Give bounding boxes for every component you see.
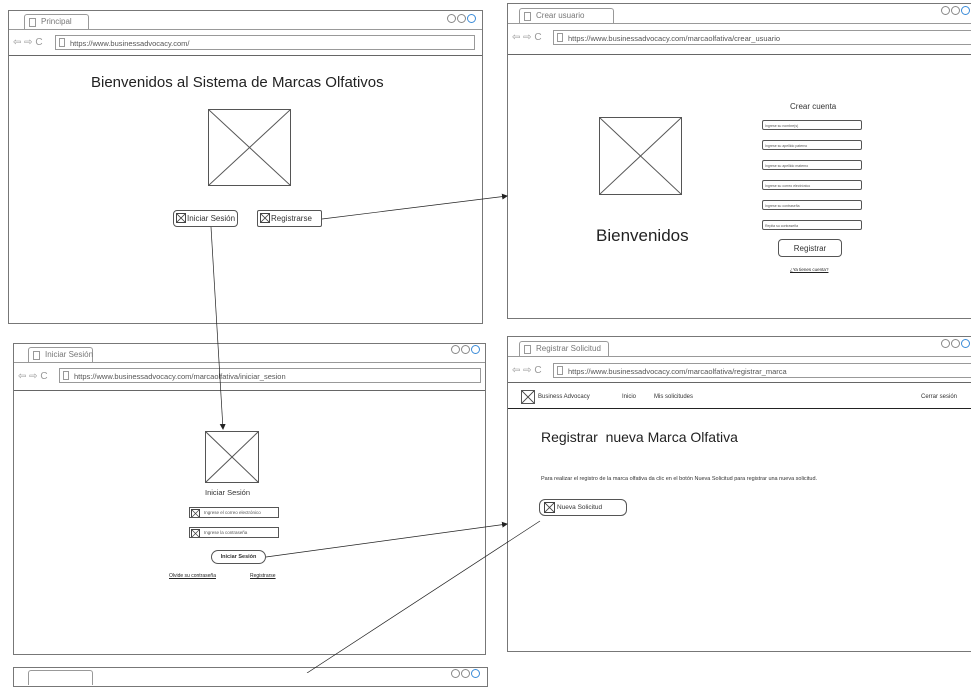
window-controls <box>451 345 480 354</box>
url-text: https://www.businessadvocacy.com/marcaol… <box>568 34 781 43</box>
tab-crear-usuario[interactable]: Crear usuario <box>519 8 614 23</box>
circle-icon <box>461 669 470 678</box>
paternal-surname-field[interactable]: Ingrese su apellido paterno <box>762 140 862 150</box>
circle-icon <box>451 345 460 354</box>
address-bar[interactable]: https://www.businessadvocacy.com/ <box>55 35 475 50</box>
nav-buttons[interactable]: ⇦ ⇨ C <box>512 32 542 43</box>
circle-icon <box>471 669 480 678</box>
page-icon <box>524 12 531 21</box>
tab-label: Crear usuario <box>536 11 585 20</box>
address-bar[interactable]: https://www.businessadvocacy.com/marcaol… <box>553 30 971 45</box>
login-title: Iniciar Sesión <box>205 488 251 497</box>
menu-mis-solicitudes[interactable]: Mis solicitudes <box>654 394 693 400</box>
tab-label: Registrar Solicitud <box>536 344 601 353</box>
page-icon <box>524 345 531 354</box>
nav-buttons[interactable]: ⇦ ⇨ C <box>512 365 542 376</box>
url-text: https://www.businessadvocacy.com/marcaol… <box>74 372 286 381</box>
password-field[interactable]: Ingrese su contraseña <box>762 200 862 210</box>
circle-icon <box>467 14 476 23</box>
window-principal: Principal ⇦ ⇨ C https://www.businessadvo… <box>8 10 483 324</box>
password-input[interactable]: Ingrese la contraseña <box>189 527 279 538</box>
nav-buttons[interactable]: ⇦ ⇨ C <box>18 371 48 382</box>
circle-icon <box>961 6 970 15</box>
nav-buttons[interactable]: ⇦ ⇨ C <box>13 37 43 48</box>
window-controls <box>451 669 480 678</box>
page-icon <box>33 351 40 360</box>
register-link[interactable]: Registrarse <box>250 573 276 579</box>
circle-icon <box>941 339 950 348</box>
form-title: Crear cuenta <box>790 102 837 111</box>
login-button[interactable]: Iniciar Sesión <box>173 210 238 227</box>
address-bar[interactable]: https://www.businessadvocacy.com/marcaol… <box>59 368 481 383</box>
maternal-surname-field[interactable]: Ingrese su apellido materno <box>762 160 862 170</box>
image-placeholder-icon <box>544 502 555 513</box>
menu-inicio[interactable]: Inicio <box>622 394 636 400</box>
circle-icon <box>471 345 480 354</box>
tab-label: Principal <box>41 17 72 26</box>
first-name-field[interactable]: Ingrese su nombre(s) <box>762 120 862 130</box>
image-placeholder <box>208 109 291 186</box>
welcome-text: Bienvenidos <box>596 226 689 245</box>
url-text: https://www.businessadvocacy.com/ <box>70 39 190 48</box>
logout-link[interactable]: Cerrar sesión <box>921 394 957 400</box>
window-controls <box>941 339 970 348</box>
register-button[interactable]: Registrarse <box>257 210 322 227</box>
tab-iniciar-sesion[interactable]: Iniciar Sesión <box>28 347 93 362</box>
window-controls <box>447 14 476 23</box>
forgot-password-link[interactable]: Olvide su contraseña <box>169 573 216 579</box>
image-placeholder <box>599 117 682 195</box>
image-placeholder <box>205 431 259 483</box>
register-submit-button[interactable]: Registrar <box>778 239 842 257</box>
url-text: https://www.businessadvocacy.com/marcaol… <box>568 367 787 376</box>
image-placeholder-icon <box>191 509 200 517</box>
page-icon <box>557 366 563 375</box>
window-registrar-solicitud: Registrar Solicitud ⇦ ⇨ C https://www.bu… <box>507 336 971 652</box>
window-iniciar-sesion: Iniciar Sesión ⇦ ⇨ C https://www.busines… <box>13 343 486 655</box>
page-heading: Registrar nueva Marca Olfativa <box>541 429 738 445</box>
circle-icon <box>951 6 960 15</box>
tab-principal[interactable]: Principal <box>24 14 89 29</box>
new-request-button[interactable]: Nueva Solicitud <box>539 499 627 516</box>
have-account-link[interactable]: ¿Ya tienes cuenta? <box>790 267 828 272</box>
window-crear-usuario: Crear usuario ⇦ ⇨ C https://www.business… <box>507 3 971 319</box>
circle-icon <box>961 339 970 348</box>
window-controls <box>941 6 970 15</box>
logo-placeholder <box>521 390 535 404</box>
page-icon <box>29 18 36 27</box>
image-placeholder-icon <box>176 213 186 223</box>
email-field[interactable]: Ingrese su correo electrónico <box>762 180 862 190</box>
login-submit-button[interactable]: Iniciar Sesión <box>211 550 266 564</box>
circle-icon <box>941 6 950 15</box>
page-icon <box>63 371 69 380</box>
tab-label: Iniciar Sesión <box>45 350 94 359</box>
page-icon <box>557 33 563 42</box>
tab-partial <box>28 670 93 685</box>
window-partial <box>13 667 488 687</box>
circle-icon <box>457 14 466 23</box>
circle-icon <box>447 14 456 23</box>
circle-icon <box>461 345 470 354</box>
page-heading: Bienvenidos al Sistema de Marcas Olfativ… <box>91 74 384 91</box>
image-placeholder-icon <box>191 529 200 537</box>
brand-name[interactable]: Business Advocacy <box>538 394 590 400</box>
image-placeholder-icon <box>260 213 270 223</box>
repeat-password-field[interactable]: Repita su contraseña <box>762 220 862 230</box>
circle-icon <box>451 669 460 678</box>
page-icon <box>59 38 65 47</box>
circle-icon <box>951 339 960 348</box>
address-bar[interactable]: https://www.businessadvocacy.com/marcaol… <box>553 363 971 378</box>
tab-registrar-solicitud[interactable]: Registrar Solicitud <box>519 341 609 356</box>
email-input[interactable]: Ingrese el correo electrónico <box>189 507 279 518</box>
description: Para realizar el registro de la marca ol… <box>541 476 818 482</box>
